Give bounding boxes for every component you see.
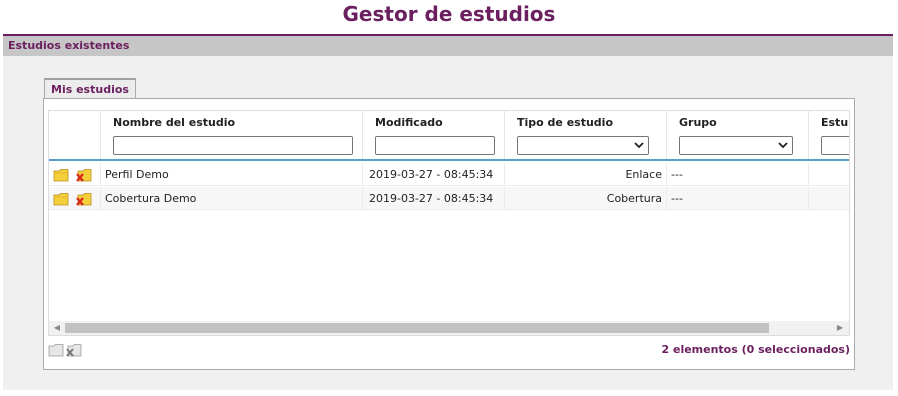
tab-mis-estudios[interactable]: Mis estudios: [44, 78, 136, 100]
row-actions: [49, 163, 101, 186]
grid-header-row: Nombre del estudio Modificado Tipo de es…: [49, 111, 849, 161]
chevron-down-icon: [634, 142, 644, 149]
delete-folder-icon[interactable]: [76, 168, 92, 182]
cell-modificado: 2019-03-27 - 08:45:34: [363, 163, 505, 186]
filter-nombre-input[interactable]: [113, 136, 353, 155]
table-row[interactable]: Perfil Demo 2019-03-27 - 08:45:34 Enlace…: [49, 163, 849, 186]
header-label-grupo: Grupo: [679, 116, 717, 129]
header-grupo: Grupo: [667, 111, 809, 159]
scroll-left-icon[interactable]: ◀: [52, 323, 62, 333]
page-title: Gestor de estudios: [342, 2, 556, 26]
cell-nombre: Cobertura Demo: [101, 187, 363, 210]
selection-count: 2 elementos (0 seleccionados): [661, 343, 851, 356]
header-nombre: Nombre del estudio: [101, 111, 363, 159]
section-bar: Estudios existentes: [3, 34, 893, 56]
cell-tipo: Cobertura: [505, 187, 667, 210]
section-label: Estudios existentes: [8, 39, 130, 52]
delete-folder-icon[interactable]: [66, 343, 82, 357]
filter-grupo-select[interactable]: [679, 136, 793, 155]
footer-actions: [48, 342, 88, 358]
cell-estu: [809, 163, 849, 186]
cell-grupo: ---: [667, 187, 809, 210]
header-label-tipo: Tipo de estudio: [517, 116, 613, 129]
filter-estu-input[interactable]: [821, 136, 849, 155]
studies-grid: Nombre del estudio Modificado Tipo de es…: [48, 110, 850, 336]
cell-modificado: 2019-03-27 - 08:45:34: [363, 187, 505, 210]
scroll-right-icon[interactable]: ▶: [835, 323, 845, 333]
table-row[interactable]: Cobertura Demo 2019-03-27 - 08:45:34 Cob…: [49, 187, 849, 210]
row-actions: [49, 187, 101, 210]
delete-folder-icon[interactable]: [76, 192, 92, 206]
chevron-down-icon: [778, 142, 788, 149]
scrollbar-thumb[interactable]: [65, 323, 769, 333]
cell-grupo: ---: [667, 163, 809, 186]
filter-modificado-input[interactable]: [375, 136, 495, 155]
header-label-nombre: Nombre del estudio: [113, 116, 236, 129]
folder-icon[interactable]: [48, 343, 64, 357]
folder-icon[interactable]: [53, 168, 69, 182]
header-label-estu: Estu: [821, 116, 849, 129]
folder-icon[interactable]: [53, 192, 69, 206]
horizontal-scrollbar[interactable]: ◀ ▶: [49, 321, 849, 335]
header-tipo: Tipo de estudio: [505, 111, 667, 159]
cell-tipo: Enlace: [505, 163, 667, 186]
header-modificado: Modificado: [363, 111, 505, 159]
header-label-modificado: Modificado: [375, 116, 443, 129]
header-estu: Estu: [809, 111, 849, 159]
header-actions-cell: [49, 111, 101, 159]
filter-tipo-select[interactable]: [517, 136, 649, 155]
cell-estu: [809, 187, 849, 210]
cell-nombre: Perfil Demo: [101, 163, 363, 186]
